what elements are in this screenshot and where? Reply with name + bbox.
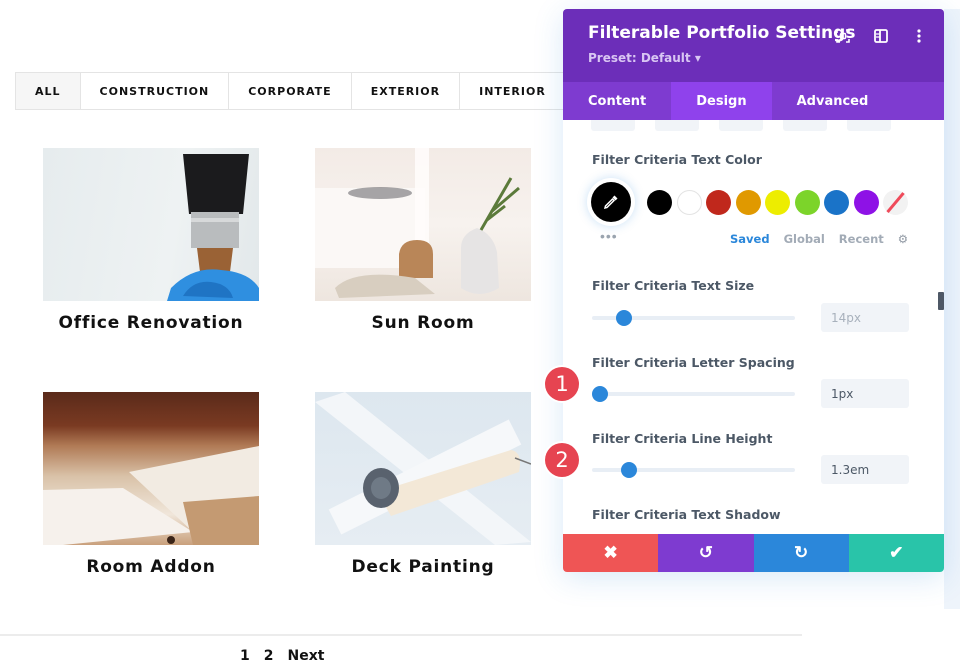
- text-alignment-buttons: [591, 120, 891, 131]
- undo-button[interactable]: ↺: [658, 534, 754, 572]
- portfolio-item[interactable]: Sun Room: [315, 148, 531, 333]
- redo-button[interactable]: ↻: [753, 534, 849, 572]
- tab-design[interactable]: Design: [671, 82, 772, 120]
- filter-exterior[interactable]: EXTERIOR: [352, 73, 461, 109]
- filter-all[interactable]: ALL: [16, 73, 81, 109]
- panel-backdrop: [944, 9, 960, 609]
- palette-tabs: Saved Global Recent ⚙: [730, 232, 908, 246]
- color-swatches: [647, 189, 908, 215]
- panel-header: Filterable Portfolio Settings Preset: De…: [563, 9, 944, 82]
- panel-body[interactable]: Filter Criteria Text Color ••• Saved Glo…: [563, 120, 944, 534]
- redo-icon: ↻: [794, 543, 809, 562]
- swatch-black[interactable]: [647, 189, 672, 215]
- filter-construction[interactable]: CONSTRUCTION: [81, 73, 230, 109]
- cancel-button[interactable]: ✖: [563, 534, 659, 572]
- tab-advanced[interactable]: Advanced: [772, 82, 894, 120]
- letter-spacing-input[interactable]: 1px: [821, 379, 909, 408]
- text-size-slider[interactable]: [592, 310, 795, 326]
- more-options-icon[interactable]: [910, 27, 928, 45]
- filter-corporate[interactable]: CORPORATE: [229, 73, 352, 109]
- swatch-blue[interactable]: [824, 189, 849, 215]
- portfolio-item[interactable]: Office Renovation: [43, 148, 259, 333]
- line-height-slider[interactable]: [592, 462, 795, 478]
- close-icon: ✖: [603, 543, 618, 562]
- align-button[interactable]: [847, 120, 891, 131]
- align-button[interactable]: [719, 120, 763, 131]
- undo-icon: ↺: [698, 543, 713, 562]
- more-colors-icon[interactable]: •••: [600, 228, 618, 244]
- palette-tab-recent[interactable]: Recent: [839, 232, 884, 246]
- portfolio-title[interactable]: Deck Painting: [315, 557, 531, 577]
- swatch-white[interactable]: [676, 189, 702, 215]
- align-button[interactable]: [591, 120, 635, 131]
- next-page-link[interactable]: Next: [288, 648, 325, 664]
- panel-tabs: Content Design Advanced: [563, 82, 944, 120]
- swatch-yellow[interactable]: [765, 189, 790, 215]
- align-button[interactable]: [783, 120, 827, 131]
- align-button[interactable]: [655, 120, 699, 131]
- text-shadow-label: Filter Criteria Text Shadow: [592, 507, 781, 522]
- paintbrush-image[interactable]: [43, 148, 259, 301]
- save-button[interactable]: ✔: [848, 534, 944, 572]
- slider-handle[interactable]: [592, 386, 609, 402]
- filter-interior[interactable]: INTERIOR: [460, 73, 565, 109]
- page-2-link[interactable]: 2: [264, 648, 274, 664]
- page-1-link[interactable]: 1: [240, 648, 250, 664]
- portfolio-title[interactable]: Sun Room: [315, 313, 531, 333]
- portfolio-item[interactable]: Room Addon: [43, 392, 259, 577]
- split-view-icon[interactable]: [872, 27, 890, 45]
- paint-roller-image[interactable]: [315, 392, 531, 545]
- eyedropper-icon: [603, 195, 618, 210]
- pagination: 1 2 Next: [240, 648, 324, 664]
- portfolio-title[interactable]: Room Addon: [43, 557, 259, 577]
- portfolio-item[interactable]: Deck Painting: [315, 392, 531, 577]
- swatch-none[interactable]: [883, 189, 908, 215]
- fullscreen-icon[interactable]: [834, 27, 852, 45]
- swatch-orange[interactable]: [735, 189, 761, 215]
- check-icon: ✔: [889, 543, 904, 562]
- panel-footer: ✖ ↺ ↻ ✔: [563, 534, 944, 572]
- panel-scrollbar[interactable]: [938, 292, 944, 310]
- pagination-divider: [0, 634, 802, 636]
- swatch-red[interactable]: [706, 189, 731, 215]
- text-color-label: Filter Criteria Text Color: [592, 152, 762, 167]
- swatch-green[interactable]: [794, 189, 820, 215]
- vase-image[interactable]: [315, 148, 531, 301]
- color-swatch-row: [591, 182, 908, 222]
- settings-panel: Filterable Portfolio Settings Preset: De…: [563, 9, 944, 572]
- letter-spacing-label: Filter Criteria Letter Spacing: [592, 355, 795, 370]
- preset-dropdown[interactable]: Preset: Default ▾: [588, 51, 919, 65]
- gear-icon[interactable]: ⚙: [898, 232, 908, 246]
- palette-tab-global[interactable]: Global: [784, 232, 825, 246]
- slider-handle[interactable]: [616, 310, 633, 326]
- palette-tab-saved[interactable]: Saved: [730, 232, 770, 246]
- step-badge-2: 2: [545, 443, 579, 477]
- swatch-purple[interactable]: [853, 189, 879, 215]
- letter-spacing-slider[interactable]: [592, 386, 795, 402]
- slider-handle[interactable]: [620, 462, 637, 478]
- text-size-input[interactable]: 14px: [821, 303, 909, 332]
- wood-planks-image[interactable]: [43, 392, 259, 545]
- filter-bar: ALL CONSTRUCTION CORPORATE EXTERIOR INTE…: [15, 72, 566, 110]
- text-size-label: Filter Criteria Text Size: [592, 278, 755, 293]
- line-height-label: Filter Criteria Line Height: [592, 431, 773, 446]
- line-height-input[interactable]: 1.3em: [821, 455, 909, 484]
- step-badge-1: 1: [545, 367, 579, 401]
- tab-content[interactable]: Content: [563, 82, 671, 120]
- color-picker-button[interactable]: [591, 182, 631, 222]
- portfolio-title[interactable]: Office Renovation: [43, 313, 259, 333]
